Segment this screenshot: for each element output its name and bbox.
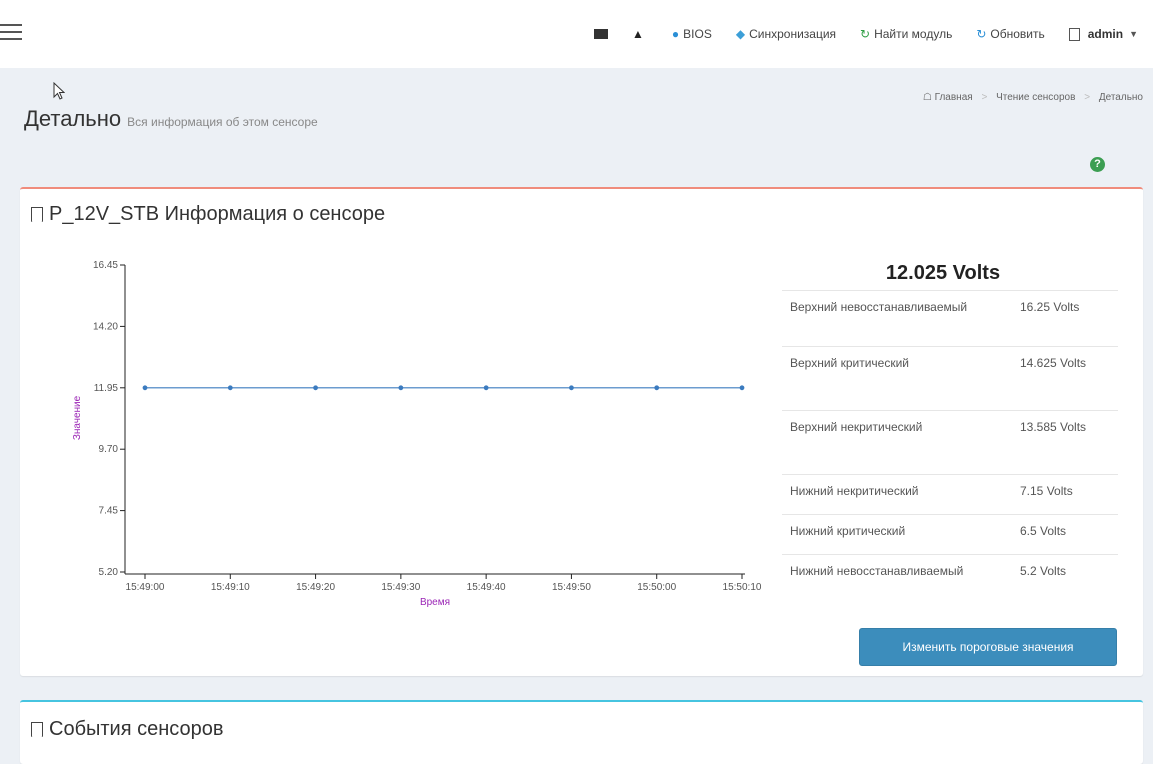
change-thresholds-button[interactable]: Изменить пороговые значения [859, 628, 1117, 666]
threshold-row: Нижний критический 6.5 Volts [782, 514, 1118, 555]
user-icon [1068, 27, 1080, 41]
threshold-value: 6.5 Volts [1012, 514, 1118, 555]
current-reading: 12.025 Volts [885, 262, 1001, 284]
threshold-label: Верхний невосстанавливаемый [782, 290, 1012, 347]
threshold-row: Нижний некритический 7.15 Volts [782, 474, 1118, 515]
events-box-title[interactable]: События сенсоров [31, 718, 224, 741]
threshold-row: Нижний невосстанавливаемый 5.2 Volts [782, 554, 1118, 611]
find-module-button[interactable]: ↻ Найти модуль [860, 27, 952, 41]
caret-down-icon: ▼ [1129, 29, 1138, 39]
breadcrumb-home[interactable]: Главная [935, 92, 973, 103]
sync-label: Синхронизация [749, 27, 837, 41]
top-navbar: ▲ ● BIOS ◆ Синхронизация ↻ Найти модуль … [0, 0, 1153, 68]
refresh-green-icon: ↻ [860, 27, 871, 41]
menu-icon[interactable] [0, 24, 22, 42]
thresholds-table: Верхний невосстанавливаемый 16.25 Volts Ве… [782, 290, 1118, 611]
page-subtitle: Вся информация об этом сенсоре [127, 115, 318, 129]
threshold-value: 13.585 Volts [1012, 410, 1118, 475]
threshold-value: 16.25 Volts [1012, 290, 1118, 347]
warning-icon: ▲ [632, 27, 644, 41]
threshold-label: Нижний некритический [782, 474, 1012, 515]
bios-button[interactable]: ● BIOS [672, 27, 712, 41]
bookmark-icon [31, 722, 43, 737]
threshold-row: Верхний критический 14.625 Volts [782, 346, 1118, 411]
breadcrumb-separator: > [1084, 92, 1091, 103]
threshold-row: Верхний некритический 13.585 Volts [782, 410, 1118, 475]
page-title-text: Детально [24, 106, 122, 131]
alerts-button[interactable]: ▲ [632, 27, 648, 41]
threshold-label: Нижний невосстанавливаемый [782, 554, 1012, 611]
mail-icon [594, 29, 609, 39]
messages-button[interactable] [594, 29, 609, 39]
threshold-value: 14.625 Volts [1012, 346, 1118, 411]
home-icon: ☖ [922, 92, 932, 103]
refresh-icon: ↻ [976, 27, 987, 41]
breadcrumb-current: Детально [1098, 92, 1143, 103]
threshold-row: Верхний невосстанавливаемый 16.25 Volts [782, 290, 1118, 347]
refresh-button[interactable]: ↻ Обновить [976, 27, 1044, 41]
info-icon: ● [671, 27, 680, 41]
user-menu[interactable]: admin ▼ [1068, 27, 1138, 41]
threshold-value: 7.15 Volts [1012, 474, 1118, 515]
help-icon[interactable]: ? [1090, 157, 1105, 172]
threshold-label: Верхний критический [782, 346, 1012, 411]
find-module-label: Найти модуль [874, 27, 953, 41]
sync-button[interactable]: ◆ Синхронизация [736, 27, 836, 41]
refresh-label: Обновить [990, 27, 1045, 41]
user-name: admin [1087, 27, 1124, 41]
navbar-actions: ▲ ● BIOS ◆ Синхронизация ↻ Найти модуль … [570, 0, 1138, 68]
bookmark-icon [31, 207, 43, 222]
breadcrumb: ☖ Главная > Чтение сенсоров > Детально [923, 92, 1143, 103]
threshold-value: 5.2 Volts [1012, 554, 1118, 611]
threshold-label: Верхний некритический [782, 410, 1012, 475]
sensor-events-box: События сенсоров [20, 700, 1143, 764]
threshold-label: Нижний критический [782, 514, 1012, 555]
breadcrumb-separator: > [981, 92, 988, 103]
sensor-box-title: P_12V_STB Информация о сенсоре [31, 203, 385, 226]
page-title: Детально Вся информация об этом сенсоре [24, 106, 318, 132]
bios-label: BIOS [683, 27, 712, 41]
breadcrumb-sensor-readings[interactable]: Чтение сенсоров [996, 92, 1075, 103]
mouse-cursor-icon [53, 82, 65, 100]
events-box-title-text: События сенсоров [49, 718, 224, 740]
sensor-box-title-text: P_12V_STB Информация о сенсоре [49, 203, 386, 225]
sync-icon: ◆ [735, 27, 746, 41]
